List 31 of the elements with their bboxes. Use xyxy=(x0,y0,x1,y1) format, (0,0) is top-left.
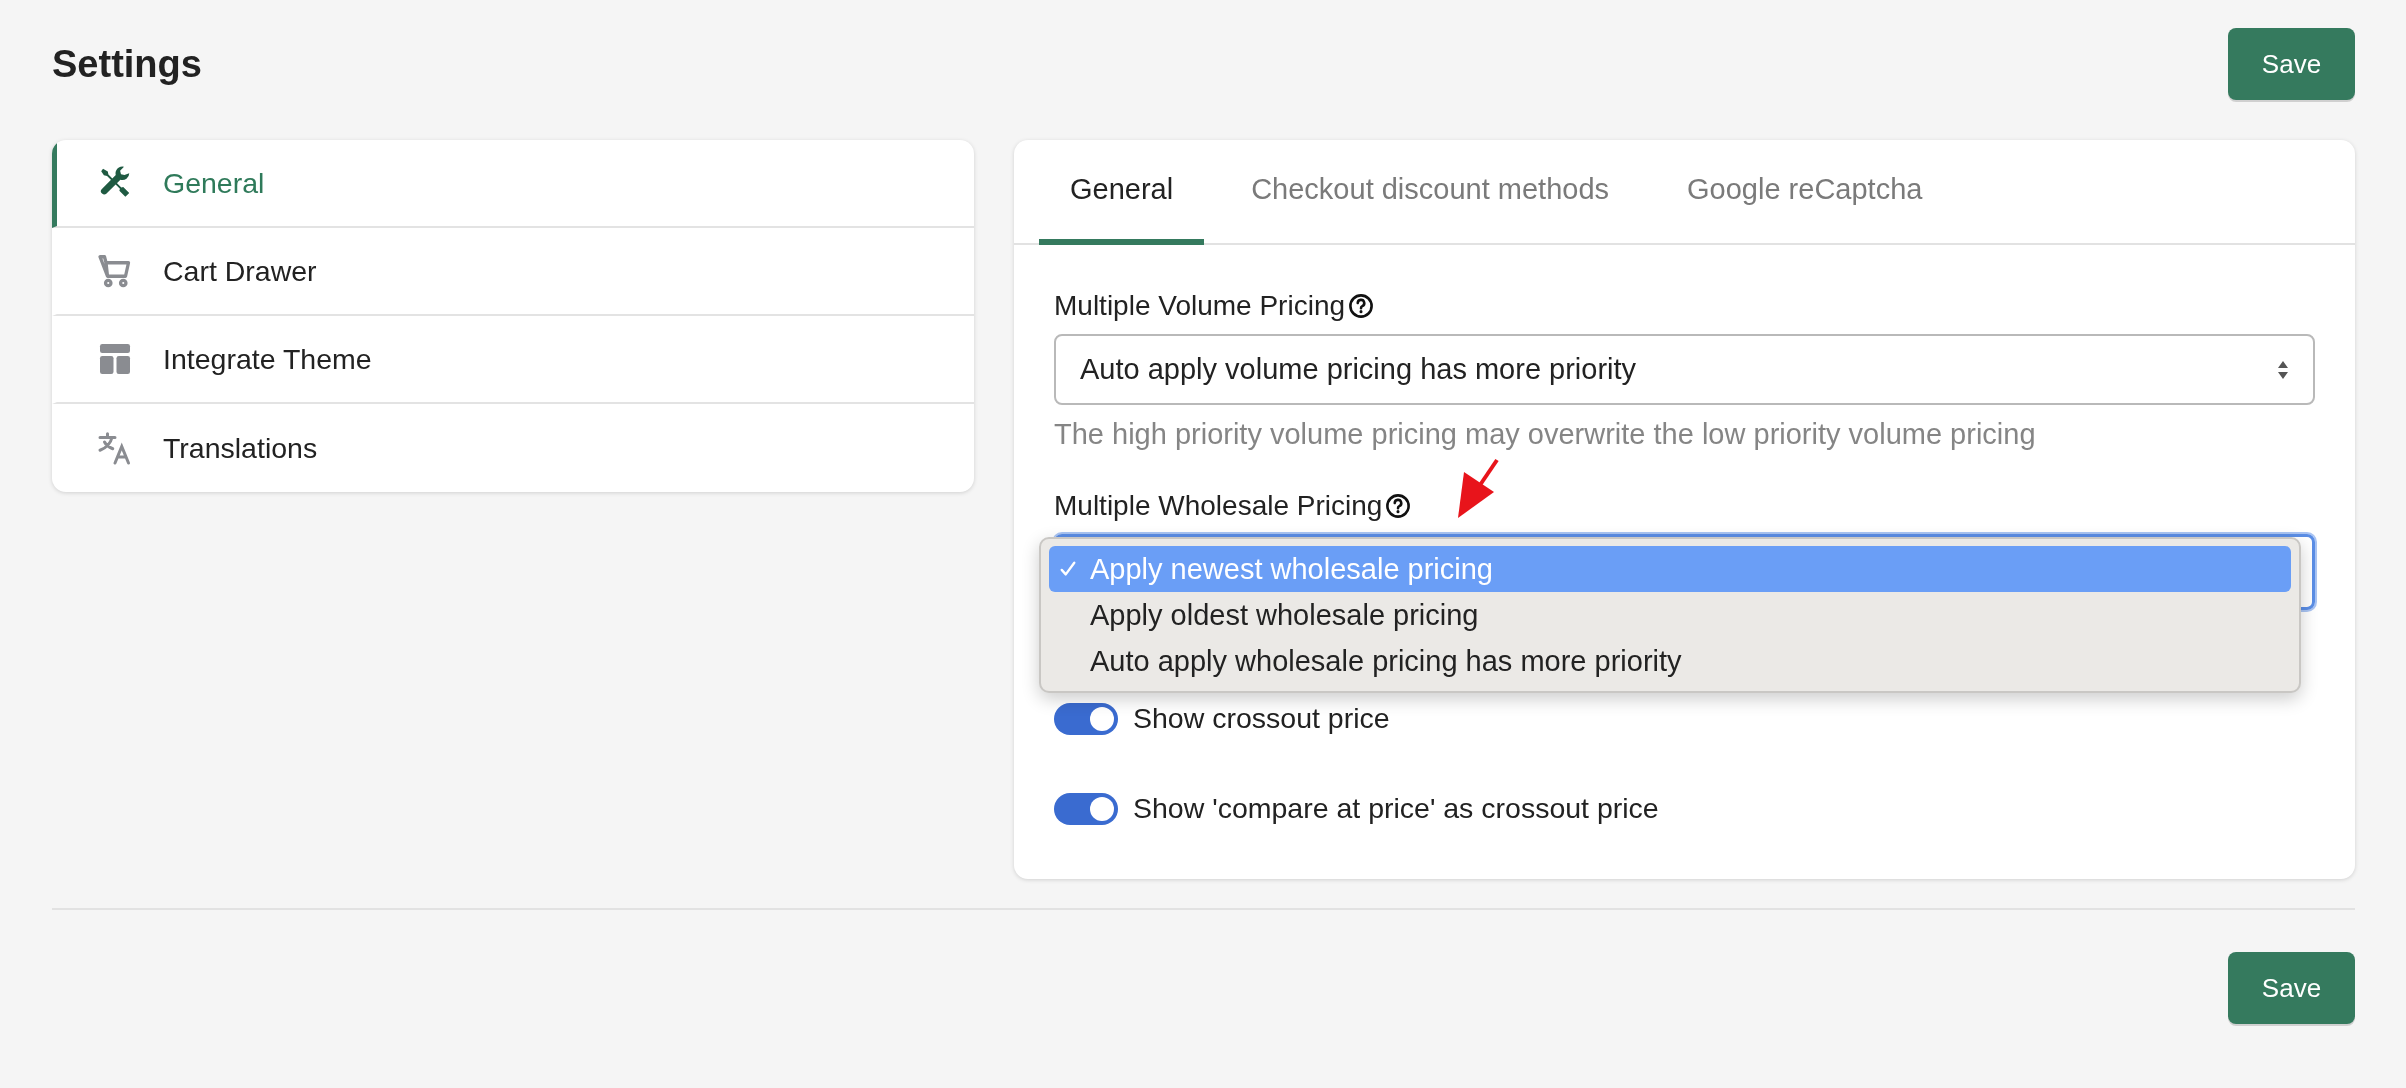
help-icon[interactable] xyxy=(1385,493,1412,519)
sidebar-item[interactable]: General xyxy=(52,140,974,228)
sidebar-item[interactable]: Integrate Theme xyxy=(52,316,974,404)
save-button[interactable]: Save xyxy=(2228,28,2355,100)
help-text: The high priority volume pricing may overwrite the low priority volume pricing xyxy=(1054,418,2037,451)
sidebar-item[interactable]: Translations xyxy=(52,404,974,492)
tab[interactable]: Google reCaptcha xyxy=(1656,140,1954,245)
dropdown-option[interactable]: Auto apply wholesale pricing has more priority xyxy=(1049,638,2291,684)
toggle-label: Show 'compare at price' as crossout price xyxy=(1133,792,1659,825)
sidebar-item[interactable]: Cart Drawer xyxy=(52,228,974,316)
toggle-switch[interactable] xyxy=(1054,702,1118,735)
option-label: Apply newest wholesale pricing xyxy=(1090,552,1493,586)
updown-chevron-icon xyxy=(2277,359,2289,380)
tab[interactable]: Checkout discount methods xyxy=(1220,140,1641,245)
check-icon xyxy=(1059,560,1077,578)
dropdown-option[interactable]: Apply oldest wholesale pricing xyxy=(1049,592,2291,638)
option-label: Auto apply wholesale pricing has more priority xyxy=(1090,644,1682,678)
select-field[interactable]: Auto apply volume pricing has more priority xyxy=(1054,334,2315,405)
toggle-label: Show crossout price xyxy=(1133,702,1390,735)
field-label: Multiple Volume Pricing xyxy=(1054,290,1346,322)
field-label: Multiple Wholesale Pricing xyxy=(1054,490,1383,522)
pointer-arrow xyxy=(1458,458,1499,518)
layout-icon xyxy=(97,341,133,377)
page-title: Settings xyxy=(52,42,202,86)
option-label: Apply oldest wholesale pricing xyxy=(1090,598,1479,632)
translate-icon xyxy=(97,430,133,466)
cart-icon xyxy=(97,253,133,289)
tab[interactable]: General xyxy=(1039,140,1205,245)
toggle-switch[interactable] xyxy=(1054,792,1118,825)
save-button[interactable]: Save xyxy=(2228,952,2355,1024)
help-icon[interactable] xyxy=(1348,293,1375,319)
